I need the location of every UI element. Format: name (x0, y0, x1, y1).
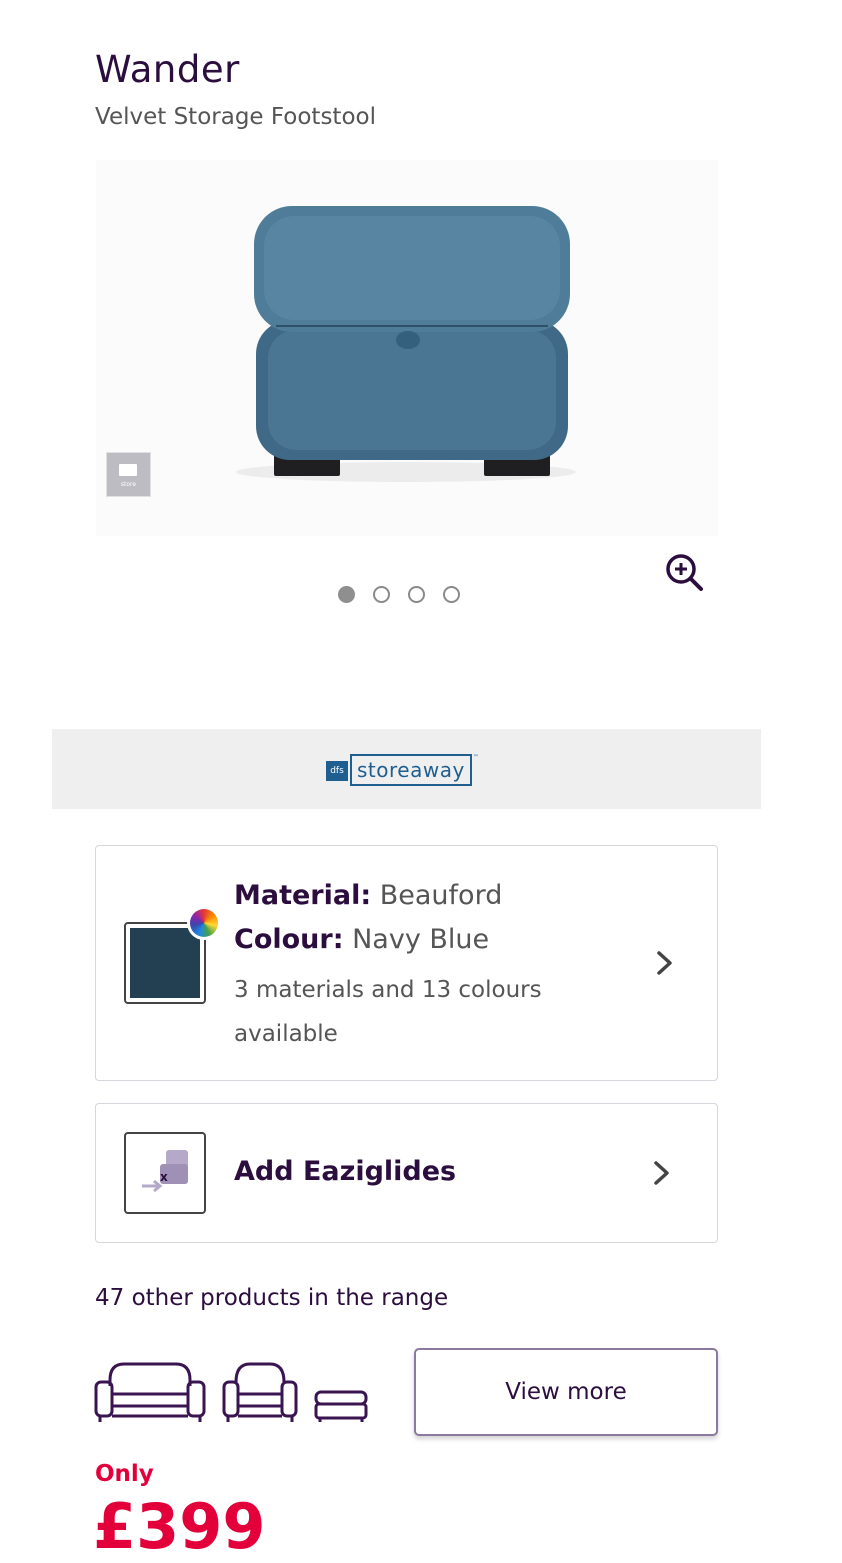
price-prefix: Only (95, 1461, 154, 1487)
carousel-dot-3[interactable] (408, 586, 425, 603)
sofa-icon (94, 1362, 206, 1422)
store-thumbnail-screen (119, 464, 137, 476)
svg-text:x: x (160, 1170, 168, 1184)
colour-line: Colour: Navy Blue (234, 924, 489, 955)
colour-value: Navy Blue (352, 924, 490, 955)
eaziglides-icon: x (124, 1132, 206, 1214)
product-title: Wander (95, 48, 240, 91)
product-image[interactable] (96, 160, 718, 536)
view-more-button[interactable]: View more (414, 1348, 718, 1436)
colour-swatch-fill (130, 928, 200, 998)
armchair-icon (222, 1362, 298, 1422)
carousel-dots (338, 586, 460, 603)
footstool-icon (314, 1390, 368, 1422)
zoom-button[interactable] (664, 552, 704, 592)
price-value: £399 (93, 1490, 266, 1563)
material-label: Material: (234, 880, 372, 911)
footstool-image (236, 206, 576, 482)
colour-label: Colour: (234, 924, 344, 955)
store-thumbnail[interactable]: store (106, 452, 151, 497)
material-card-chevron (654, 948, 676, 982)
range-count-text: 47 other products in the range (95, 1285, 449, 1311)
material-line: Material: Beauford (234, 880, 502, 911)
storeaway-logo-word: storeaway (350, 754, 472, 786)
chevron-right-icon (654, 1161, 669, 1185)
carousel-dot-4[interactable] (443, 586, 460, 603)
eaziglides-card-chevron (651, 1158, 673, 1192)
carousel-dot-2[interactable] (373, 586, 390, 603)
add-eaziglides-label: Add Eaziglides (234, 1156, 457, 1187)
carousel-dot-1[interactable] (338, 586, 355, 603)
trademark-symbol: ™ (472, 754, 479, 761)
zoom-in-icon (666, 554, 703, 591)
range-icons (94, 1360, 369, 1424)
store-thumbnail-caption: store (120, 481, 137, 488)
product-subtitle: Velvet Storage Footstool (95, 104, 376, 130)
colour-wheel-icon (187, 906, 221, 940)
chevron-right-icon (657, 951, 672, 975)
storeaway-logo: dfs storeaway ™ (326, 754, 479, 786)
dfs-logo-mark: dfs (326, 761, 348, 781)
availability-text: 3 materials and 13 colours available (234, 977, 542, 1047)
material-value: Beauford (379, 880, 503, 911)
